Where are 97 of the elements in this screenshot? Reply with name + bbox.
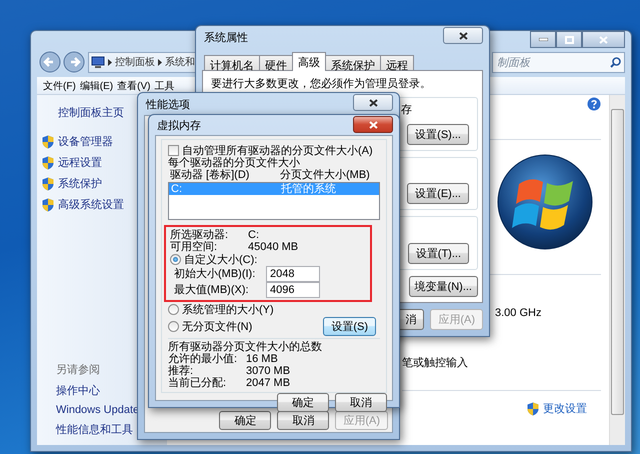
shield-icon <box>42 176 54 190</box>
close-icon <box>458 32 468 40</box>
shield-icon <box>42 134 54 148</box>
table-cell-text: C: <box>171 183 183 195</box>
sidebar-link[interactable]: 控制面板主页 <box>58 105 124 120</box>
field-label: 最大值(MB)(X): <box>173 284 250 296</box>
scrollbar[interactable] <box>609 95 625 445</box>
table-cell-text: 托管的系统 <box>281 183 337 195</box>
close-button[interactable] <box>353 116 393 133</box>
info-value: 2047 MB <box>246 377 292 389</box>
notice-text: 要进行大多数更改，您必须作为管理员登录。 <box>211 76 432 91</box>
computer-icon <box>91 56 105 68</box>
environment-variables-button[interactable]: 境变量(N)... <box>408 276 478 298</box>
dialog-button[interactable]: 取消 <box>277 411 330 430</box>
info-value: C: <box>248 229 260 241</box>
tab[interactable]: 计算机名 <box>204 55 260 70</box>
group-text: 存 <box>401 103 412 117</box>
forward-button[interactable] <box>63 51 85 73</box>
section-heading: 另请参阅 <box>56 363 100 377</box>
scroll-thumb[interactable] <box>611 109 624 415</box>
sidebar-link[interactable]: Windows Update <box>56 404 140 416</box>
info-label: 可用空间: <box>170 241 218 253</box>
tab[interactable]: 硬件 <box>259 55 293 70</box>
processor-speed: 3.00 GHz <box>495 307 542 319</box>
radio-button[interactable] <box>168 304 179 315</box>
menu-item[interactable]: 工具 <box>154 78 174 92</box>
menu-item[interactable]: 文件(F) <box>43 78 76 92</box>
info-label: 允许的最小值: <box>168 353 238 365</box>
menu-item[interactable]: 查看(V) <box>117 78 150 92</box>
radio-label: 无分页文件(N) <box>182 320 252 332</box>
breadcrumb[interactable]: 系统和 <box>165 55 195 69</box>
set-button[interactable]: 设置(S) <box>323 317 376 336</box>
maximize-button[interactable] <box>556 31 582 48</box>
info-text: 笔或触控输入 <box>402 356 469 370</box>
chevron-icon <box>108 58 112 66</box>
shield-icon <box>42 156 54 170</box>
sidebar-link[interactable]: 远程设置 <box>42 155 102 170</box>
minimize-button[interactable] <box>530 31 556 48</box>
search-placeholder: 制面板 <box>497 56 530 70</box>
address-bar[interactable]: 控制面板 系统和 <box>88 52 198 72</box>
info-value: 45040 MB <box>248 241 300 253</box>
settings-button[interactable]: 设置(E)... <box>407 183 469 204</box>
window-title: 系统属性 <box>203 30 248 44</box>
info-label: 所选驱动器: <box>170 229 230 241</box>
sidebar-link[interactable]: 设备管理器 <box>42 134 113 149</box>
shield-icon <box>42 198 54 212</box>
close-icon <box>599 36 608 44</box>
link-label: 更改设置 <box>543 402 587 416</box>
maximize-icon <box>564 36 574 44</box>
link-label: 系统保护 <box>58 176 102 191</box>
tab[interactable]: 远程 <box>380 55 414 70</box>
chevron-icon <box>158 58 162 66</box>
column-header: 分页文件大小(MB) <box>280 169 371 181</box>
link-label: 远程设置 <box>58 156 102 170</box>
input-field[interactable]: 4096 <box>266 282 320 298</box>
info-value: 3070 MB <box>246 365 292 377</box>
menu-item[interactable]: 编辑(E) <box>80 78 114 92</box>
radio-label: 系统管理的大小(Y) <box>182 304 274 316</box>
tab[interactable]: 系统保护 <box>325 55 381 70</box>
settings-button[interactable]: 设置(S)... <box>407 124 469 145</box>
back-button[interactable] <box>39 51 61 73</box>
link-label: 设备管理器 <box>58 135 113 149</box>
dialog-button[interactable]: 消 <box>398 309 424 330</box>
checkbox-label: 自动管理所有驱动器的分页文件大小(A) <box>182 144 373 156</box>
sidebar-link[interactable]: 操作中心 <box>56 383 100 398</box>
shield-icon <box>527 402 539 416</box>
column-header: 驱动器 [卷标](D) <box>170 169 250 181</box>
dialog-button[interactable]: 取消 <box>335 393 387 412</box>
dialog-button[interactable]: 确定 <box>277 393 329 412</box>
minimize-icon <box>538 38 548 41</box>
tab[interactable]: 高级 <box>292 52 326 71</box>
info-label: 推荐: <box>168 365 194 377</box>
close-button[interactable] <box>443 27 483 44</box>
radio-label: 自定义大小(C): <box>184 254 258 266</box>
input-field[interactable]: 2048 <box>266 266 320 282</box>
link-label: 高级系统设置 <box>58 198 124 212</box>
radio-button[interactable] <box>168 321 179 332</box>
info-value: 16 MB <box>246 353 279 365</box>
sidebar-link[interactable]: 高级系统设置 <box>42 197 124 212</box>
close-button[interactable] <box>353 94 393 111</box>
dialog-button[interactable]: 确定 <box>219 411 272 430</box>
info-label: 当前已分配: <box>168 377 228 389</box>
sidebar-link[interactable]: 系统保护 <box>42 176 102 191</box>
window-title: 虚拟内存 <box>156 118 201 132</box>
window-title: 性能选项 <box>144 98 190 112</box>
field-label: 初始大小(MB)(I): <box>173 268 256 280</box>
radio-button[interactable] <box>170 254 181 265</box>
group-label: 每个驱动器的分页文件大小 <box>168 157 301 169</box>
breadcrumb[interactable]: 控制面板 <box>115 55 155 69</box>
search-icon <box>610 56 621 68</box>
change-settings-link[interactable]: 更改设置 <box>527 401 609 416</box>
close-icon <box>368 98 378 106</box>
settings-button[interactable]: 设置(T)... <box>408 243 469 264</box>
checkbox[interactable] <box>168 145 179 156</box>
close-icon <box>368 120 378 128</box>
group-label: 所有驱动器分页文件大小的总数 <box>168 341 323 353</box>
sidebar-link[interactable]: 性能信息和工具 <box>56 422 133 437</box>
